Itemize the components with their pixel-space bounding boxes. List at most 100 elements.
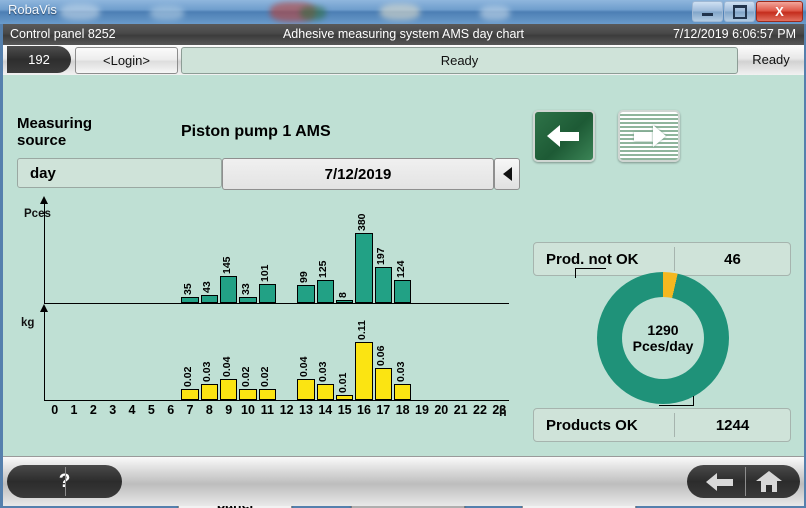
divider xyxy=(65,467,66,496)
kpi-value: 46 xyxy=(724,250,741,268)
bar xyxy=(394,384,412,400)
toolbar: 192 <Login> Ready Ready xyxy=(3,45,804,76)
x-tick-label: 18 xyxy=(395,403,410,417)
x-axis-ticks: 0 1 2 3 4 5 6 7 8 9 10 11 12 13 14 15 16 17 18 19 20 21 22 23 xyxy=(3,403,523,421)
bar-value-label: 99 xyxy=(298,271,310,283)
x-axis-unit-label: h xyxy=(499,405,507,419)
x-tick-label: 22 xyxy=(473,403,487,417)
charts-container: Pces 35 43 145 33 101 99 125 8 380 197 124 kg 0.02… xyxy=(3,195,523,435)
footer-bar: ? xyxy=(3,456,804,506)
minimize-button[interactable] xyxy=(692,1,723,22)
x-tick-label: 2 xyxy=(89,403,97,417)
desktop-wallpaper-blur xyxy=(0,0,806,24)
bar-value-label: 8 xyxy=(336,292,349,298)
leader-line-bottom xyxy=(659,396,694,406)
bar xyxy=(220,379,238,400)
maximize-icon xyxy=(732,4,747,19)
bar xyxy=(181,389,199,400)
bar xyxy=(316,280,334,303)
arrow-left-icon xyxy=(547,123,581,149)
x-tick-label: 19 xyxy=(415,403,429,417)
divider xyxy=(745,467,746,496)
kg-axis-label: kg xyxy=(21,317,35,329)
pces-bar-plot: 35 43 145 33 101 99 125 8 380 197 124 xyxy=(45,203,509,303)
back-arrow-icon[interactable] xyxy=(705,472,734,492)
bar-value-label: 101 xyxy=(259,264,272,282)
maximize-button[interactable] xyxy=(724,1,755,22)
app-header-bar: Control panel 8252 Adhesive measuring sy… xyxy=(3,24,804,45)
login-button[interactable]: <Login> xyxy=(75,47,178,74)
bar xyxy=(374,267,392,303)
bar xyxy=(374,368,392,400)
x-tick-label: 6 xyxy=(167,403,175,417)
kpi-label: Products OK xyxy=(546,416,638,434)
bar xyxy=(336,395,354,400)
bar-value-label: 0.02 xyxy=(240,366,252,387)
bar-value-label: 0.02 xyxy=(182,366,194,387)
x-tick-label: 16 xyxy=(357,403,371,417)
station-number-tab[interactable]: 192 xyxy=(7,46,71,73)
bar-value-label: 0.03 xyxy=(317,361,330,382)
bar xyxy=(220,276,238,303)
bar xyxy=(297,379,315,400)
status-badge: Ready xyxy=(752,52,790,67)
close-button[interactable]: X xyxy=(756,1,803,22)
x-tick-label: 9 xyxy=(225,403,233,417)
page-title: Piston pump 1 AMS xyxy=(181,123,331,140)
window-title: RobaVis xyxy=(8,2,57,17)
bar xyxy=(181,297,199,303)
x-tick-label: 0 xyxy=(51,403,59,417)
header-timestamp: 7/12/2019 6:06:57 PM xyxy=(672,27,796,41)
donut-total-unit: Pces/day xyxy=(632,338,694,354)
bar-value-label: 0.03 xyxy=(201,361,214,382)
bar-value-label: 125 xyxy=(317,260,330,278)
bar xyxy=(355,342,373,400)
close-icon: X xyxy=(775,4,784,19)
date-previous-button[interactable] xyxy=(494,158,520,190)
x-tick-label: 3 xyxy=(109,403,117,417)
bar-value-label: 0.04 xyxy=(220,356,233,377)
kpi-value: 1244 xyxy=(715,416,750,434)
x-tick-label: 20 xyxy=(434,403,449,417)
pces-x-axis xyxy=(44,303,509,304)
nav-forward-button xyxy=(618,110,680,162)
bar-value-label: 43 xyxy=(201,281,214,293)
bar xyxy=(200,295,218,303)
bar xyxy=(239,297,257,303)
home-icon[interactable] xyxy=(755,470,782,493)
bar-value-label: 0.03 xyxy=(394,361,407,382)
bar xyxy=(297,285,315,303)
bar-value-label: 0.02 xyxy=(259,366,272,387)
donut-center-text: 1290 Pces/day xyxy=(622,297,704,379)
bar xyxy=(200,384,218,400)
bar xyxy=(258,284,276,303)
x-tick-label: 17 xyxy=(376,403,391,417)
bar-value-label: 380 xyxy=(356,213,368,231)
x-tick-label: 15 xyxy=(337,403,352,417)
donut-total-value: 1290 xyxy=(647,321,679,338)
bar xyxy=(394,280,412,303)
kg-x-axis xyxy=(44,400,509,401)
x-tick-label: 13 xyxy=(299,403,313,417)
nav-back-button[interactable] xyxy=(533,110,595,162)
kg-bar-plot: 0.02 0.03 0.04 0.02 0.02 0.04 0.03 0.01 0.11 0.06… xyxy=(45,311,509,400)
kpi-prod-not-ok: Prod. not OK 46 xyxy=(533,242,791,276)
bar xyxy=(355,233,373,303)
triangle-left-icon xyxy=(502,167,512,181)
date-field[interactable]: 7/12/2019 xyxy=(222,158,494,190)
bar-value-label: 0.06 xyxy=(375,345,388,366)
bar xyxy=(336,300,354,303)
x-tick-label: 11 xyxy=(260,403,274,417)
x-tick-label: 1 xyxy=(70,403,78,417)
footer-nav-group[interactable] xyxy=(687,465,800,498)
x-tick-label: 14 xyxy=(318,403,333,417)
production-donut-chart: 1290 Pces/day xyxy=(575,268,729,406)
period-selector[interactable]: day xyxy=(17,158,222,188)
x-tick-label: 8 xyxy=(205,403,213,417)
bar-value-label: 197 xyxy=(375,247,388,265)
kpi-products-ok: Products OK 1244 xyxy=(533,408,791,442)
x-tick-label: 12 xyxy=(279,403,294,417)
bar-value-label: 0.01 xyxy=(336,372,349,393)
bar-value-label: 145 xyxy=(220,256,233,274)
content-area: Measuring source Piston pump 1 AMS day 7… xyxy=(3,75,804,508)
